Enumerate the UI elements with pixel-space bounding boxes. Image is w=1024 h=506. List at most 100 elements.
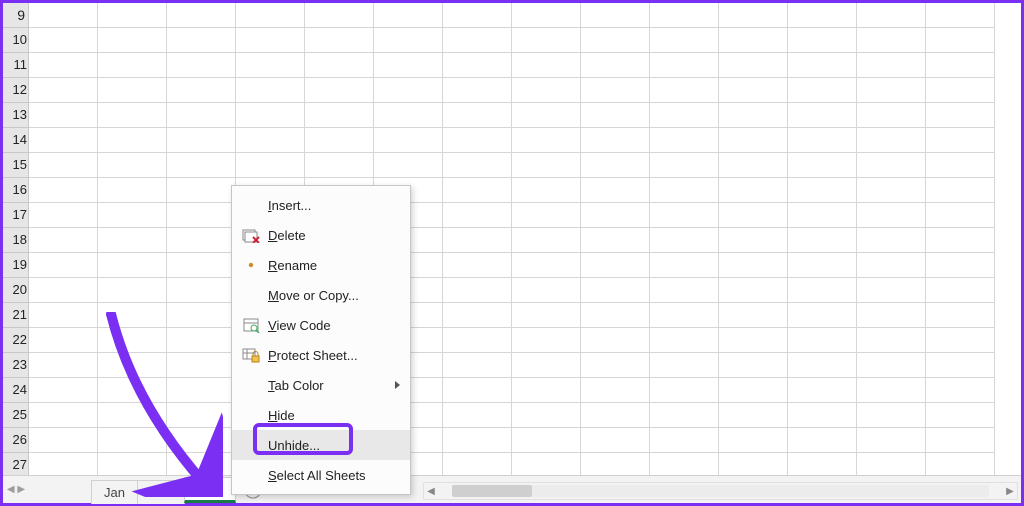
cell[interactable] [98, 303, 167, 328]
row-header[interactable]: 21 [3, 303, 29, 328]
menu-item-view_code[interactable]: View Code [232, 310, 410, 340]
cell[interactable] [443, 3, 512, 28]
cell[interactable] [443, 103, 512, 128]
cell[interactable] [857, 178, 926, 203]
cell[interactable] [926, 128, 995, 153]
cell[interactable] [581, 303, 650, 328]
cell[interactable] [581, 78, 650, 103]
cell[interactable] [650, 278, 719, 303]
cell[interactable] [305, 78, 374, 103]
cell[interactable] [512, 428, 581, 453]
cell[interactable] [236, 153, 305, 178]
row-header[interactable]: 24 [3, 378, 29, 403]
cell[interactable] [719, 278, 788, 303]
cell[interactable] [857, 78, 926, 103]
cell[interactable] [926, 353, 995, 378]
cell[interactable] [857, 353, 926, 378]
cell[interactable] [650, 153, 719, 178]
cell[interactable] [512, 353, 581, 378]
cell[interactable] [236, 128, 305, 153]
row-header[interactable]: 20 [3, 278, 29, 303]
cell[interactable] [581, 428, 650, 453]
cell[interactable] [443, 228, 512, 253]
cell[interactable] [29, 103, 98, 128]
cell[interactable] [29, 303, 98, 328]
menu-item-delete[interactable]: Delete [232, 220, 410, 250]
cell[interactable] [857, 378, 926, 403]
cell[interactable] [98, 203, 167, 228]
cell[interactable] [581, 403, 650, 428]
cell[interactable] [719, 328, 788, 353]
row-header[interactable]: 23 [3, 353, 29, 378]
cell[interactable] [719, 153, 788, 178]
cell[interactable] [581, 353, 650, 378]
cell[interactable] [788, 228, 857, 253]
cell[interactable] [443, 278, 512, 303]
cell[interactable] [29, 203, 98, 228]
cell[interactable] [926, 28, 995, 53]
cell[interactable] [926, 153, 995, 178]
cell[interactable] [926, 303, 995, 328]
cell[interactable] [581, 153, 650, 178]
cell[interactable] [512, 28, 581, 53]
cell[interactable] [374, 28, 443, 53]
cell[interactable] [167, 403, 236, 428]
cell[interactable] [650, 28, 719, 53]
row-header[interactable]: 10 [3, 28, 29, 53]
cell[interactable] [167, 128, 236, 153]
cell[interactable] [857, 153, 926, 178]
cell[interactable] [719, 53, 788, 78]
cell[interactable] [443, 303, 512, 328]
cell[interactable] [374, 153, 443, 178]
cell[interactable] [857, 228, 926, 253]
row-header[interactable]: 9 [3, 3, 29, 28]
cell[interactable] [236, 78, 305, 103]
cell[interactable] [443, 253, 512, 278]
row-header[interactable]: 25 [3, 403, 29, 428]
cell[interactable] [29, 353, 98, 378]
cell[interactable] [788, 403, 857, 428]
cell[interactable] [650, 303, 719, 328]
cell[interactable] [29, 378, 98, 403]
cell[interactable] [512, 328, 581, 353]
cell[interactable] [29, 28, 98, 53]
cell[interactable] [650, 253, 719, 278]
cell[interactable] [98, 78, 167, 103]
cell[interactable] [926, 403, 995, 428]
cell[interactable] [719, 178, 788, 203]
cell[interactable] [926, 428, 995, 453]
cell[interactable] [98, 28, 167, 53]
cell[interactable] [29, 178, 98, 203]
cell[interactable] [650, 228, 719, 253]
cell[interactable] [650, 203, 719, 228]
cell[interactable] [236, 103, 305, 128]
cell[interactable] [29, 403, 98, 428]
cell[interactable] [305, 3, 374, 28]
cell[interactable] [512, 203, 581, 228]
cell[interactable] [719, 128, 788, 153]
menu-item-hide[interactable]: Hide [232, 400, 410, 430]
cell[interactable] [719, 353, 788, 378]
cell[interactable] [167, 428, 236, 453]
cell[interactable] [926, 78, 995, 103]
cell[interactable] [788, 53, 857, 78]
cell[interactable] [581, 28, 650, 53]
cell[interactable] [236, 28, 305, 53]
cell[interactable] [305, 53, 374, 78]
cell[interactable] [443, 378, 512, 403]
cell[interactable] [857, 203, 926, 228]
menu-item-insert[interactable]: Insert... [232, 190, 410, 220]
cell[interactable] [719, 28, 788, 53]
cell[interactable] [857, 278, 926, 303]
cell[interactable] [98, 53, 167, 78]
menu-item-move_copy[interactable]: Move or Copy... [232, 280, 410, 310]
cell[interactable] [788, 78, 857, 103]
cell[interactable] [650, 128, 719, 153]
cell[interactable] [167, 178, 236, 203]
cell[interactable] [98, 178, 167, 203]
cell[interactable] [788, 253, 857, 278]
cell[interactable] [788, 303, 857, 328]
cell[interactable] [512, 253, 581, 278]
cell[interactable] [443, 428, 512, 453]
cell[interactable] [512, 303, 581, 328]
